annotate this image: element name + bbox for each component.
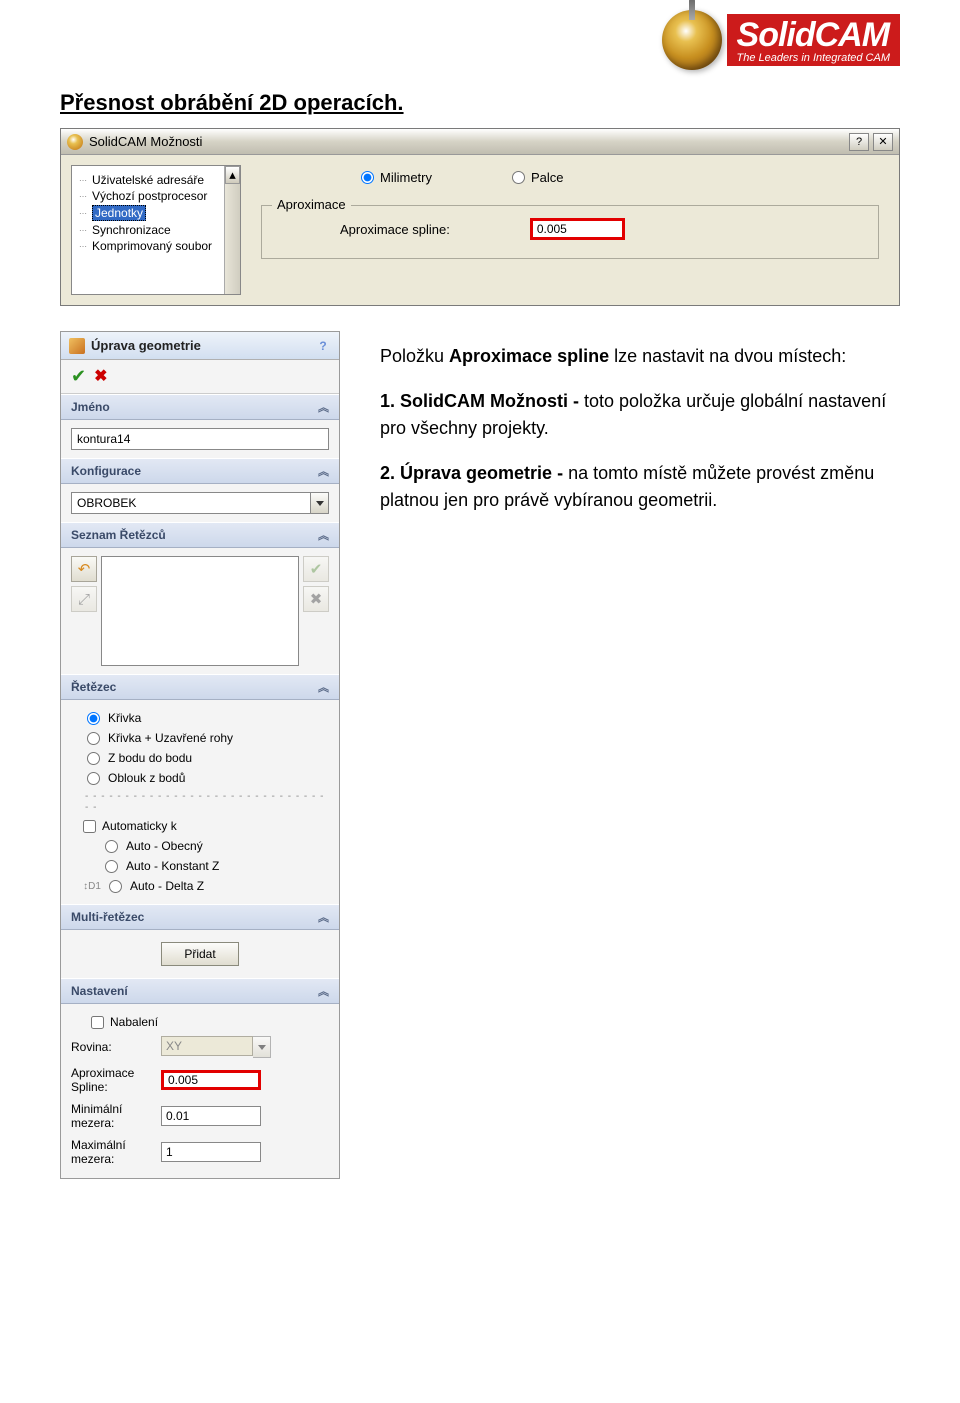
panel-help-button[interactable]: ? [315,338,331,354]
chevron-down-icon [316,501,324,506]
approx-legend: Aproximace [272,197,351,212]
chain-list[interactable] [101,556,299,666]
cancel-icon[interactable]: ✖ [94,366,107,387]
section-seznam-header[interactable]: Seznam Řetězců ︽ [61,522,339,548]
options-titlebar[interactable]: SolidCAM Možnosti ? ✕ [61,129,899,155]
section-nastaveni-header[interactable]: Nastavení ︽ [61,978,339,1004]
max-mezera-label: Maximální mezera: [71,1138,151,1166]
chevron-up-icon: ︽ [318,909,329,925]
help-button[interactable]: ? [849,133,869,151]
logo-title: SolidCAM [737,18,890,52]
rovina-dropdown-button [253,1036,271,1058]
config-dropdown-button[interactable] [311,492,329,514]
radio-auto-obec[interactable] [105,840,118,853]
geometry-app-icon [69,338,85,354]
logo-text-block: SolidCAM The Leaders in Integrated CAM [727,14,900,66]
radio-krivka[interactable] [87,712,100,725]
max-mezera-input[interactable] [161,1142,261,1162]
radio-auto-deltaz[interactable] [109,880,122,893]
delta-z-icon: ↕D1 [83,878,101,894]
logo-subtitle: The Leaders in Integrated CAM [737,52,890,64]
aprox-spline-label: Aproximace Spline: [71,1066,151,1094]
confirm-row: ✔ ✖ [61,360,339,394]
approx-fieldset: Aproximace Aproximace spline: [261,205,879,259]
accept-chain-icon: ✔ [303,556,329,582]
chevron-up-icon: ︽ [318,463,329,479]
radio-zbodu[interactable] [87,752,100,765]
delete-chain-icon: ✖ [303,586,329,612]
checkbox-auto[interactable] [83,820,96,833]
scroll-up-button[interactable]: ▴ [225,166,240,184]
logo-sphere-icon [662,10,722,70]
ok-icon[interactable]: ✔ [71,366,86,387]
rovina-input [161,1036,253,1056]
min-mezera-label: Minimální mezera: [71,1102,151,1130]
options-tree[interactable]: Uživatelské adresáře Výchozí postproceso… [71,165,241,295]
add-button[interactable]: Přidat [161,942,238,966]
checkbox-nabaleni[interactable] [91,1016,104,1029]
radio-oblouk[interactable] [87,772,100,785]
close-button[interactable]: ✕ [873,133,893,151]
tree-item-units[interactable]: Jednotky [76,204,236,222]
approx-spline-input[interactable] [530,218,625,240]
chevron-down-icon [258,1045,266,1050]
chevron-up-icon: ︽ [318,399,329,415]
options-window: SolidCAM Možnosti ? ✕ Uživatelské adresá… [60,128,900,306]
radio-krivka-rohy[interactable] [87,732,100,745]
name-input[interactable] [71,428,329,450]
solidcam-logo: SolidCAM The Leaders in Integrated CAM [662,10,900,70]
chevron-up-icon: ︽ [318,527,329,543]
divider: - - - - - - - - - - - - - - - - - - - - … [71,788,329,816]
section-jmeno-header[interactable]: Jméno ︽ [61,394,339,420]
geometry-title: Úprava geometrie [91,338,201,353]
tree-item-sync[interactable]: Synchronizace [76,222,236,238]
tree-scrollbar[interactable]: ▴ [224,166,240,294]
page-title: Přesnost obrábění 2D operacích. [60,90,900,116]
options-content: Milimetry Palce Aproximace Aproximace sp… [251,165,889,295]
options-title: SolidCAM Možnosti [89,134,202,149]
config-input[interactable] [71,492,311,514]
tree-item-compressed[interactable]: Komprimovaný soubor [76,238,236,254]
radio-mm-input[interactable] [361,171,374,184]
geometry-panel: Úprava geometrie ? ✔ ✖ Jméno ︽ Konfigura… [60,331,340,1179]
undo-icon[interactable]: ↶ [71,556,97,582]
min-mezera-input[interactable] [161,1106,261,1126]
radio-auto-konstz[interactable] [105,860,118,873]
chevron-up-icon: ︽ [318,679,329,695]
radio-inches[interactable]: Palce [512,170,564,185]
explanation-text: Položku Aproximace spline lze nastavit n… [380,331,900,532]
section-retezec-header[interactable]: Řetězec ︽ [61,674,339,700]
tree-item-postprocessor[interactable]: Výchozí postprocesor [76,188,236,204]
section-multi-header[interactable]: Multi-řetězec ︽ [61,904,339,930]
logo-row: SolidCAM The Leaders in Integrated CAM [60,10,900,70]
geometry-titlebar[interactable]: Úprava geometrie ? [61,332,339,360]
radio-millimeters[interactable]: Milimetry [361,170,432,185]
config-combo[interactable] [71,492,329,514]
section-konfig-header[interactable]: Konfigurace ︽ [61,458,339,484]
tree-item-user-dirs[interactable]: Uživatelské adresáře [76,172,236,188]
radio-in-input[interactable] [512,171,525,184]
approx-spline-label: Aproximace spline: [340,222,450,237]
app-icon [67,134,83,150]
aprox-spline-input[interactable] [161,1070,261,1090]
chevron-up-icon: ︽ [318,983,329,999]
rovina-label: Rovina: [71,1040,151,1054]
expand-icon: ⤢ [71,586,97,612]
